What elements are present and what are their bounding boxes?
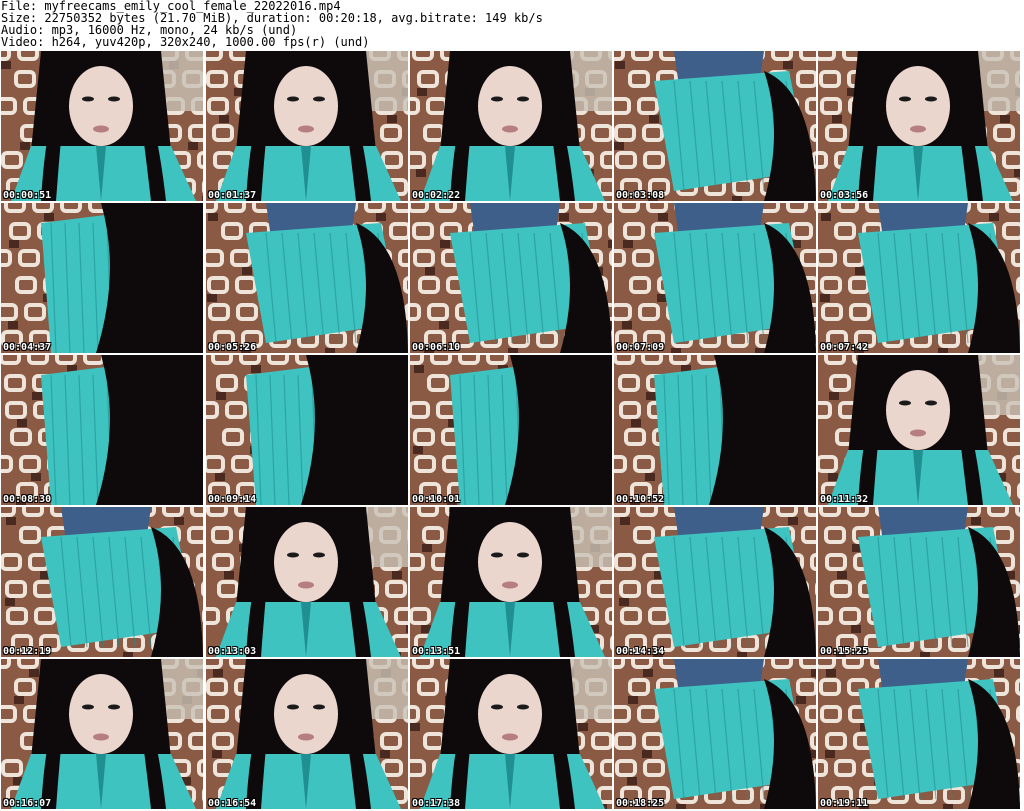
video-frame-image: [410, 507, 612, 657]
video-frame-image: [614, 51, 816, 201]
thumbnail-frame: 00:18:25: [614, 659, 816, 809]
frame-timestamp: 00:01:37: [208, 190, 257, 201]
frame-timestamp: 00:10:01: [412, 494, 461, 505]
thumbnail-frame: 00:10:01: [410, 355, 612, 505]
frame-timestamp: 00:02:22: [412, 190, 461, 201]
frame-timestamp: 00:16:54: [208, 798, 257, 809]
frame-timestamp: 00:07:42: [820, 342, 869, 353]
video-frame-image: [818, 659, 1020, 809]
thumbnail-grid: 00:00:51 00:01:37 00:02:22 00:03:08 00:03:56…: [1, 51, 1023, 811]
frame-timestamp: 00:12:19: [3, 646, 52, 657]
video-frame-image: [410, 203, 612, 353]
frame-timestamp: 00:18:25: [616, 798, 665, 809]
video-frame-image: [614, 355, 816, 505]
frame-timestamp: 00:05:26: [208, 342, 257, 353]
video-frame-image: [206, 51, 408, 201]
thumbnail-frame: 00:19:11: [818, 659, 1020, 809]
video-frame-image: [410, 51, 612, 201]
frame-timestamp: 00:07:09: [616, 342, 665, 353]
thumbnail-frame: 00:10:52: [614, 355, 816, 505]
video-frame-image: [1, 51, 203, 201]
thumbnail-frame: 00:15:25: [818, 507, 1020, 657]
frame-timestamp: 00:14:34: [616, 646, 665, 657]
thumbnail-frame: 00:16:54: [206, 659, 408, 809]
video-frame-image: [206, 203, 408, 353]
thumbnail-frame: 00:03:56: [818, 51, 1020, 201]
frame-timestamp: 00:00:51: [3, 190, 52, 201]
video-frame-image: [818, 203, 1020, 353]
thumbnail-frame: 00:01:37: [206, 51, 408, 201]
thumbnail-frame: 00:00:51: [1, 51, 203, 201]
video-frame-image: [818, 507, 1020, 657]
thumbnail-frame: 00:09:14: [206, 355, 408, 505]
thumbnail-frame: 00:07:42: [818, 203, 1020, 353]
video-frame-image: [1, 659, 203, 809]
thumbnail-frame: 00:16:07: [1, 659, 203, 809]
video-frame-image: [410, 355, 612, 505]
thumbnail-frame: 00:13:51: [410, 507, 612, 657]
thumbnail-frame: 00:12:19: [1, 507, 203, 657]
video-frame-image: [614, 659, 816, 809]
frame-timestamp: 00:03:08: [616, 190, 665, 201]
frame-timestamp: 00:19:11: [820, 798, 869, 809]
video-frame-image: [614, 507, 816, 657]
frame-timestamp: 00:06:10: [412, 342, 461, 353]
frame-timestamp: 00:17:38: [412, 798, 461, 809]
frame-timestamp: 00:15:25: [820, 646, 869, 657]
frame-timestamp: 00:08:30: [3, 494, 52, 505]
video-frame-image: [1, 355, 203, 505]
thumbnail-frame: 00:07:09: [614, 203, 816, 353]
video-frame-image: [206, 355, 408, 505]
thumbnail-frame: 00:08:30: [1, 355, 203, 505]
video-frame-image: [818, 355, 1020, 505]
video-frame-image: [206, 659, 408, 809]
thumbnail-frame: 00:06:10: [410, 203, 612, 353]
video-frame-image: [410, 659, 612, 809]
video-frame-image: [1, 203, 203, 353]
frame-timestamp: 00:16:07: [3, 798, 52, 809]
file-info-header: File: myfreecams_emily_cool_female_22022…: [1, 0, 1021, 48]
thumbnail-frame: 00:14:34: [614, 507, 816, 657]
video-frame-image: [1, 507, 203, 657]
thumbnail-frame: 00:04:37: [1, 203, 203, 353]
video-frame-image: [614, 203, 816, 353]
frame-timestamp: 00:13:51: [412, 646, 461, 657]
frame-timestamp: 00:03:56: [820, 190, 869, 201]
video-frame-image: [206, 507, 408, 657]
thumbnail-frame: 00:03:08: [614, 51, 816, 201]
thumbnail-frame: 00:05:26: [206, 203, 408, 353]
frame-timestamp: 00:13:03: [208, 646, 257, 657]
video-info-line: Video: h264, yuv420p, 320x240, 1000.00 f…: [1, 35, 370, 49]
frame-timestamp: 00:10:52: [616, 494, 665, 505]
frame-timestamp: 00:04:37: [3, 342, 52, 353]
thumbnail-frame: 00:11:32: [818, 355, 1020, 505]
video-frame-image: [818, 51, 1020, 201]
frame-timestamp: 00:09:14: [208, 494, 257, 505]
thumbnail-frame: 00:13:03: [206, 507, 408, 657]
thumbnail-frame: 00:17:38: [410, 659, 612, 809]
frame-timestamp: 00:11:32: [820, 494, 869, 505]
thumbnail-frame: 00:02:22: [410, 51, 612, 201]
